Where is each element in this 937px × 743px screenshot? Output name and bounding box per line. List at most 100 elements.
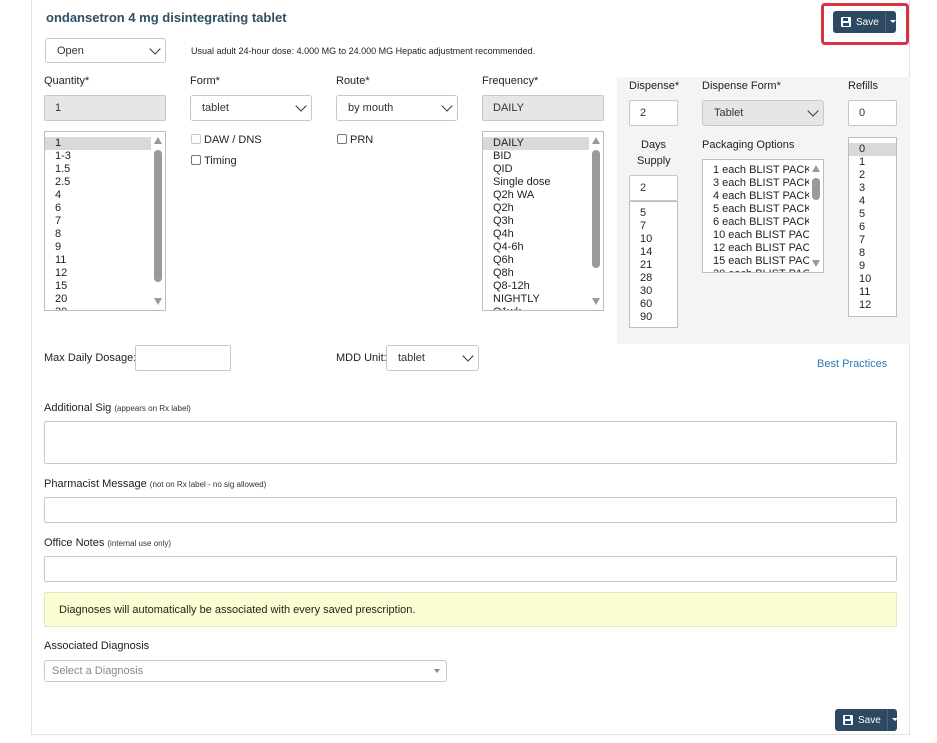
list-item[interactable]: 2 — [849, 169, 896, 182]
scroll-down-icon[interactable] — [154, 298, 162, 305]
list-item[interactable]: 20 — [45, 293, 151, 306]
scroll-up-icon[interactable] — [154, 137, 162, 144]
scroll-down-icon[interactable] — [592, 298, 600, 305]
list-item[interactable]: 21 — [630, 259, 677, 272]
list-item[interactable]: 30 — [630, 285, 677, 298]
additional-sig-textarea[interactable] — [44, 421, 897, 464]
save-dropdown-toggle[interactable] — [886, 709, 899, 731]
list-item[interactable]: 4 each BLIST PACK — [703, 190, 809, 203]
quantity-scrollbar[interactable] — [151, 132, 165, 310]
days-supply-input[interactable]: 2 — [629, 175, 678, 201]
refills-listbox[interactable]: 0 1 2 3 4 5 6 7 8 9 10 11 12 — [848, 137, 897, 317]
list-item[interactable]: 3 — [849, 182, 896, 195]
max-daily-input[interactable] — [135, 345, 231, 371]
list-item[interactable]: NIGHTLY — [483, 293, 589, 306]
list-item[interactable]: 11 — [849, 286, 896, 299]
list-item[interactable]: 0 — [849, 143, 896, 156]
list-item[interactable]: 5 — [630, 207, 677, 220]
scroll-up-icon[interactable] — [592, 137, 600, 144]
list-item[interactable]: 9 — [849, 260, 896, 273]
list-item[interactable]: 10 — [849, 273, 896, 286]
list-item[interactable]: 9 — [45, 241, 151, 254]
pharmacist-message-input[interactable] — [44, 497, 897, 523]
list-item[interactable]: 1 — [849, 156, 896, 169]
list-item[interactable]: DAILY — [483, 137, 589, 150]
list-item[interactable]: 6 — [45, 202, 151, 215]
list-item[interactable]: 14 — [630, 246, 677, 259]
office-notes-input[interactable] — [44, 556, 897, 582]
best-practices-link[interactable]: Best Practices — [817, 358, 887, 370]
list-item[interactable]: 15 each BLIST PACK — [703, 255, 809, 268]
list-item[interactable]: 60 — [630, 298, 677, 311]
route-select[interactable]: by mouth — [336, 95, 458, 121]
list-item[interactable]: 4 — [849, 195, 896, 208]
quantity-input[interactable]: 1 — [44, 95, 166, 121]
list-item[interactable]: 1 each BLIST PACK — [703, 164, 809, 177]
list-item[interactable]: QID — [483, 163, 589, 176]
list-item[interactable]: 30 each BLIST PACK — [703, 268, 809, 272]
save-button-top[interactable]: Save — [833, 11, 896, 33]
list-item[interactable]: 30 — [45, 306, 151, 310]
list-item[interactable]: 28 — [630, 272, 677, 285]
list-item[interactable]: 1 — [45, 137, 151, 150]
list-item[interactable]: Q2h WA — [483, 189, 589, 202]
list-item[interactable]: Q3h — [483, 215, 589, 228]
list-item[interactable]: Q4-6h — [483, 241, 589, 254]
list-item[interactable]: BID — [483, 150, 589, 163]
list-item[interactable]: 8 — [45, 228, 151, 241]
packaging-scrollbar[interactable] — [809, 160, 823, 272]
list-item[interactable]: 6 each BLIST PACK — [703, 216, 809, 229]
save-dropdown-toggle[interactable] — [884, 11, 896, 33]
list-item[interactable]: 15 — [45, 280, 151, 293]
list-item[interactable]: 7 — [45, 215, 151, 228]
frequency-scrollbar[interactable] — [589, 132, 603, 310]
list-item[interactable]: 12 each BLIST PACK — [703, 242, 809, 255]
list-item[interactable]: 7 — [849, 234, 896, 247]
status-select[interactable]: Open — [45, 38, 166, 63]
list-item[interactable]: Q6h — [483, 254, 589, 267]
additional-sig-title: Additional Sig — [44, 402, 112, 414]
scroll-thumb[interactable] — [812, 178, 820, 200]
daw-checkbox[interactable] — [191, 134, 201, 144]
list-item[interactable]: 1.5 — [45, 163, 151, 176]
list-item[interactable]: Q2h — [483, 202, 589, 215]
dispense-form-select[interactable]: Tablet — [702, 100, 824, 126]
list-item[interactable]: 11 — [45, 254, 151, 267]
list-item[interactable]: Q4h — [483, 228, 589, 241]
list-item[interactable]: 90 — [630, 311, 677, 324]
save-button-bottom[interactable]: Save — [835, 709, 899, 731]
list-item[interactable]: 12 — [849, 299, 896, 312]
mdd-unit-select[interactable]: tablet — [386, 345, 479, 371]
diagnosis-select[interactable]: Select a Diagnosis — [44, 660, 447, 682]
list-item[interactable]: 10 — [630, 233, 677, 246]
scroll-down-icon[interactable] — [812, 260, 820, 267]
list-item[interactable]: 8 — [849, 247, 896, 260]
frequency-listbox[interactable]: DAILY BID QID Single dose Q2h WA Q2h Q3h Q4h Q4-… — [482, 131, 604, 311]
list-item[interactable]: 6 — [849, 221, 896, 234]
list-item[interactable]: Q8-12h — [483, 280, 589, 293]
list-item[interactable]: 4 — [45, 189, 151, 202]
form-select[interactable]: tablet — [190, 95, 312, 121]
prn-checkbox[interactable] — [337, 134, 347, 144]
scroll-thumb[interactable] — [592, 150, 600, 268]
quantity-listbox[interactable]: 11-31.52.5467891112152030 — [44, 131, 166, 311]
frequency-input[interactable]: DAILY — [482, 95, 604, 121]
dispense-input[interactable]: 2 — [629, 100, 678, 126]
list-item[interactable]: 1-3 — [45, 150, 151, 163]
timing-checkbox[interactable] — [191, 155, 201, 165]
scroll-up-icon[interactable] — [812, 165, 820, 172]
list-item[interactable]: 12 — [45, 267, 151, 280]
refills-input[interactable]: 0 — [848, 100, 897, 126]
packaging-listbox[interactable]: 1 each BLIST PACK 3 each BLIST PACK 4 each… — [702, 159, 824, 273]
list-item[interactable]: Single dose — [483, 176, 589, 189]
list-item[interactable]: 5 each BLIST PACK — [703, 203, 809, 216]
list-item[interactable]: 5 — [849, 208, 896, 221]
list-item[interactable]: 3 each BLIST PACK — [703, 177, 809, 190]
list-item[interactable]: 7 — [630, 220, 677, 233]
list-item[interactable]: Q1wk — [483, 306, 589, 310]
list-item[interactable]: 10 each BLIST PACK — [703, 229, 809, 242]
list-item[interactable]: Q8h — [483, 267, 589, 280]
days-supply-listbox[interactable]: 5 7 10 14 21 28 30 60 90 — [629, 201, 678, 328]
scroll-thumb[interactable] — [154, 150, 162, 282]
list-item[interactable]: 2.5 — [45, 176, 151, 189]
